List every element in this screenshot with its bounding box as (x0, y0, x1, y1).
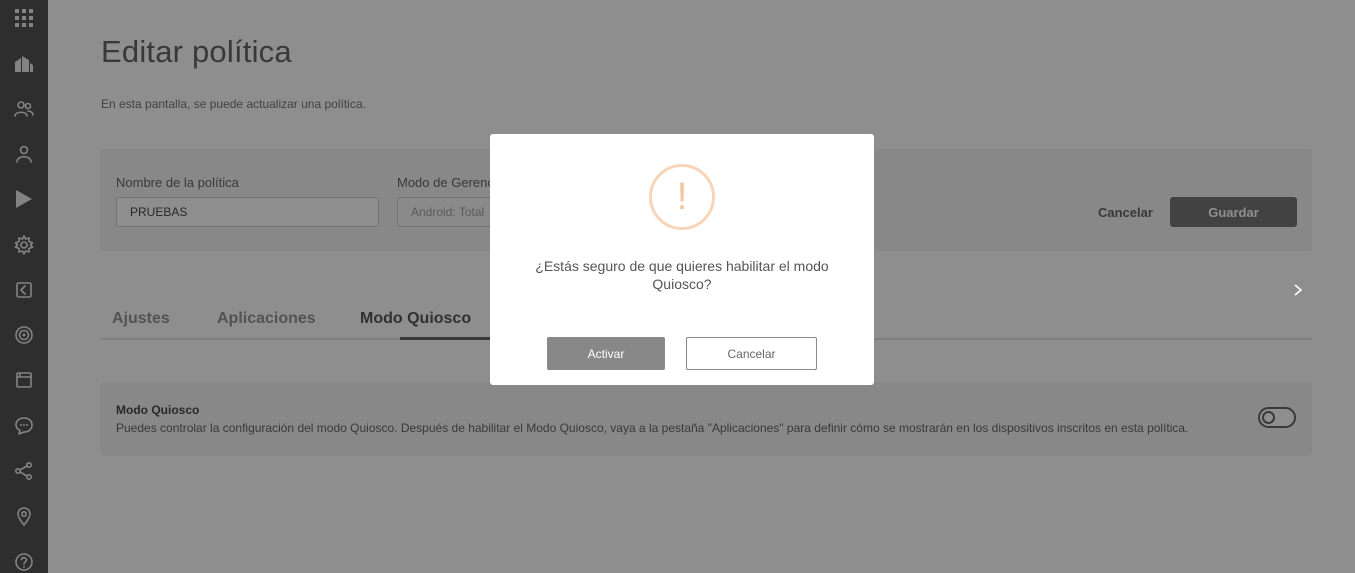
cancel-button[interactable]: Cancelar (686, 337, 817, 370)
confirm-message: ¿Estás seguro de que quieres habilitar e… (535, 258, 829, 292)
warning-icon: ! (649, 164, 715, 230)
chevron-right-icon[interactable] (1290, 280, 1306, 300)
confirm-dialog: ! ¿Estás seguro de que quieres habilitar… (490, 134, 874, 385)
warning-glyph: ! (676, 176, 688, 218)
activate-button[interactable]: Activar (547, 337, 665, 370)
